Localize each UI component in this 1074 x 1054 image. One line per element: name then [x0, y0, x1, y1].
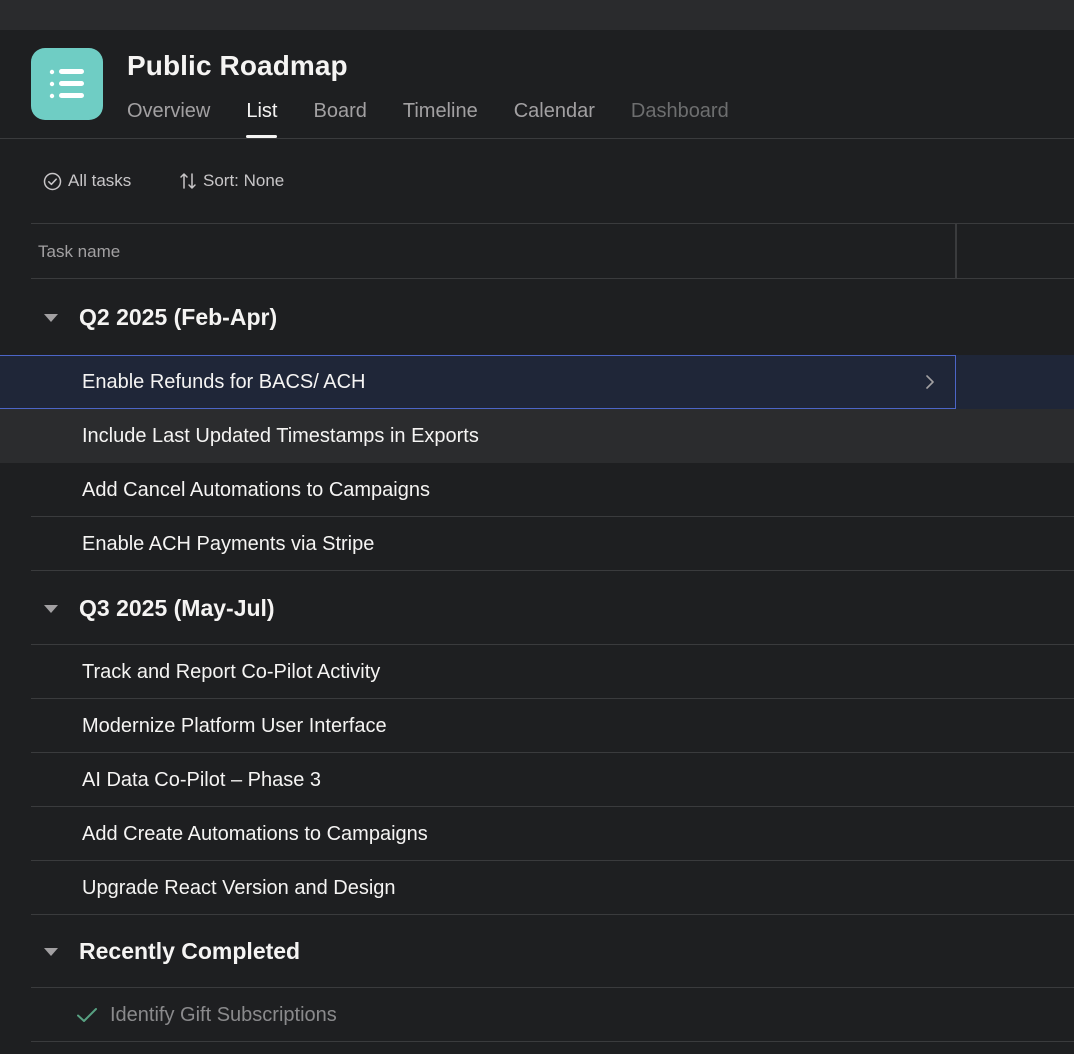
task-row[interactable]: Enable Refunds for BACS/ ACH	[0, 355, 1074, 409]
project-icon[interactable]	[31, 48, 103, 120]
tab-overview[interactable]: Overview	[127, 96, 210, 138]
task-name[interactable]: AI Data Co-Pilot – Phase 3	[82, 769, 321, 792]
tab-calendar[interactable]: Calendar	[514, 96, 595, 138]
collapse-caret-icon[interactable]	[44, 314, 58, 322]
tab-dashboard[interactable]: Dashboard	[631, 96, 729, 138]
project-header: Public Roadmap Overview List Board Timel…	[0, 30, 1074, 139]
sort-label: Sort: None	[203, 171, 285, 190]
task-name[interactable]: Upgrade React Version and Design	[82, 877, 396, 900]
tab-list[interactable]: List	[246, 96, 278, 138]
section-title[interactable]: Recently Completed	[79, 938, 300, 965]
task-row[interactable]: Track and Report Co-Pilot Activity	[31, 645, 1074, 699]
task-name[interactable]: Track and Report Co-Pilot Activity	[82, 661, 380, 684]
view-tabs: Overview List Board Timeline Calendar Da…	[127, 96, 765, 138]
tab-timeline[interactable]: Timeline	[403, 96, 478, 138]
checkmark-icon[interactable]	[76, 1006, 98, 1024]
section-title[interactable]: Q3 2025 (May-Jul)	[79, 595, 275, 622]
chevron-right-icon[interactable]	[922, 373, 938, 391]
task-name[interactable]: Add Cancel Automations to Campaigns	[82, 479, 430, 502]
task-row[interactable]: Add Create Automations to Campaigns	[31, 807, 1074, 861]
tab-board[interactable]: Board	[313, 96, 366, 138]
section-header: Recently Completed	[31, 914, 1074, 988]
task-name[interactable]: Identify Gift Subscriptions	[110, 1004, 337, 1027]
sort-arrows-icon	[180, 173, 196, 189]
column-task-name[interactable]: Task name	[38, 242, 120, 262]
collapse-caret-icon[interactable]	[44, 948, 58, 956]
task-row[interactable]: Enable ACH Payments via Stripe	[31, 517, 1074, 571]
task-row[interactable]: Add Cancel Automations to Campaigns	[31, 463, 1074, 517]
window-top-bar	[0, 0, 1074, 30]
check-circle-icon	[43, 172, 62, 190]
section-header: Q3 2025 (May-Jul)	[31, 571, 1074, 645]
list-toolbar: All tasks Sort: None	[0, 139, 1074, 223]
section-title[interactable]: Q2 2025 (Feb-Apr)	[79, 304, 277, 331]
page-title: Public Roadmap	[127, 50, 348, 81]
task-row[interactable]: Upgrade React Version and Design	[31, 861, 1074, 915]
task-name[interactable]: Enable Refunds for BACS/ ACH	[82, 371, 365, 394]
list-icon	[49, 69, 84, 99]
collapse-caret-icon[interactable]	[44, 605, 58, 613]
all-tasks-label: All tasks	[68, 171, 132, 190]
task-row[interactable]: AI Data Co-Pilot – Phase 3	[31, 753, 1074, 807]
all-tasks-filter-button[interactable]: All tasks	[43, 169, 131, 193]
task-row[interactable]: Include Last Updated Timestamps in Expor…	[0, 409, 1074, 463]
task-name[interactable]: Enable ACH Payments via Stripe	[82, 533, 374, 556]
task-name[interactable]: Include Last Updated Timestamps in Expor…	[82, 425, 479, 448]
row-divider	[31, 1041, 1074, 1042]
task-row[interactable]: Identify Gift Subscriptions	[31, 988, 1074, 1042]
task-row[interactable]: Modernize Platform User Interface	[31, 699, 1074, 753]
section-header: Q2 2025 (Feb-Apr)	[31, 280, 1074, 354]
table-column-header: Task name	[31, 223, 1074, 279]
task-name[interactable]: Add Create Automations to Campaigns	[82, 823, 428, 846]
column-resize-handle[interactable]	[955, 224, 957, 278]
task-name[interactable]: Modernize Platform User Interface	[82, 715, 387, 738]
sort-button[interactable]: Sort: None	[179, 169, 284, 193]
